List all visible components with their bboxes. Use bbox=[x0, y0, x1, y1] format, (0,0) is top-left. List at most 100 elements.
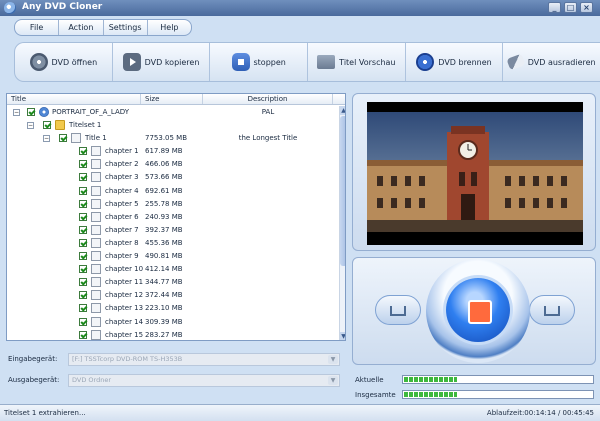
tree-row-chapter[interactable]: chapter 14 309.39 MB bbox=[7, 316, 339, 329]
title-preview-label: Titel Vorschau bbox=[339, 57, 396, 67]
scroll-down-arrow[interactable]: ▼ bbox=[340, 332, 345, 340]
column-title[interactable]: Title bbox=[7, 94, 141, 104]
chapter-file-icon bbox=[91, 277, 101, 288]
copy-play-icon bbox=[122, 53, 141, 71]
menu-action[interactable]: Action bbox=[59, 20, 104, 35]
tree-row-chapter[interactable]: chapter 5 255.78 MB bbox=[7, 198, 339, 211]
tree-scrollbar[interactable]: ▲ ▼ bbox=[339, 106, 345, 340]
window-titlebar: Any DVD Cloner _ □ × bbox=[0, 0, 600, 16]
checkbox[interactable] bbox=[79, 160, 87, 169]
column-description[interactable]: Description bbox=[203, 94, 333, 104]
chapter-size: 255.78 MB bbox=[145, 199, 183, 208]
checkbox[interactable] bbox=[59, 134, 67, 143]
tree-row-chapter[interactable]: chapter 9 490.81 MB bbox=[7, 250, 339, 263]
checkbox[interactable] bbox=[79, 278, 87, 287]
clock-tower-frame bbox=[367, 102, 583, 245]
chapter-file-icon bbox=[91, 303, 101, 314]
chapter-size: 455.36 MB bbox=[145, 238, 183, 247]
chapter-title: chapter 12 bbox=[105, 291, 144, 300]
stop-playback-button[interactable] bbox=[446, 278, 510, 342]
chapter-file-icon bbox=[91, 198, 101, 209]
checkbox[interactable] bbox=[79, 225, 87, 234]
checkbox[interactable] bbox=[79, 317, 87, 326]
checkbox[interactable] bbox=[79, 238, 87, 247]
chapter-size: 692.61 MB bbox=[145, 186, 183, 195]
close-button[interactable]: × bbox=[580, 2, 593, 13]
chapter-file-icon bbox=[91, 185, 101, 196]
checkbox[interactable] bbox=[79, 265, 87, 274]
collapse-toggle[interactable]: − bbox=[43, 135, 50, 143]
chapter-title: chapter 14 bbox=[105, 317, 144, 326]
tree-row-titleset[interactable]: − Titelset 1 bbox=[7, 119, 339, 132]
chapter-file-icon bbox=[91, 329, 101, 340]
tree-row-chapter[interactable]: chapter 11 344.77 MB bbox=[7, 276, 339, 289]
preview-monitor-icon bbox=[317, 55, 336, 69]
tree-row-chapter[interactable]: chapter 3 573.66 MB bbox=[7, 171, 339, 184]
scroll-thumb[interactable] bbox=[340, 116, 345, 266]
chapter-file-icon bbox=[91, 237, 101, 248]
tree-row-chapter[interactable]: chapter 6 240.93 MB bbox=[7, 211, 339, 224]
tree-row-chapter[interactable]: chapter 13 223.10 MB bbox=[7, 302, 339, 315]
chapter-file-icon bbox=[91, 264, 101, 275]
checkbox[interactable] bbox=[79, 291, 87, 300]
status-message: Titelset 1 extrahieren... bbox=[4, 409, 86, 417]
tree-row-chapter[interactable]: chapter 7 392.37 MB bbox=[7, 224, 339, 237]
chapter-file-icon bbox=[91, 316, 101, 327]
video-preview-panel bbox=[352, 93, 596, 251]
copy-dvd-button[interactable]: DVD kopieren bbox=[113, 43, 211, 81]
output-device-select[interactable]: DVD Ordner ▼ bbox=[68, 374, 340, 387]
chevron-down-icon[interactable]: ▼ bbox=[328, 355, 338, 364]
chevron-down-icon[interactable]: ▼ bbox=[328, 376, 338, 385]
checkbox[interactable] bbox=[79, 186, 87, 195]
tree-row-chapter[interactable]: chapter 8 455.36 MB bbox=[7, 237, 339, 250]
checkbox[interactable] bbox=[79, 173, 87, 182]
tree-row-root[interactable]: − PORTRAIT_OF_A_LADY PAL bbox=[7, 106, 339, 119]
stop-button[interactable]: stoppen bbox=[210, 43, 309, 81]
checkbox[interactable] bbox=[79, 304, 87, 313]
tree-row-chapter[interactable]: chapter 15 283.27 MB bbox=[7, 329, 339, 340]
chapter-title: chapter 7 bbox=[105, 225, 139, 234]
checkbox[interactable] bbox=[79, 252, 87, 261]
current-progress-fill bbox=[404, 377, 458, 382]
tree-row-title[interactable]: − Title 1 7753.05 MB the Longest Title bbox=[7, 132, 339, 145]
tree-header: Title Size Description bbox=[7, 94, 345, 105]
previous-chapter-button[interactable] bbox=[375, 295, 421, 325]
maximize-button[interactable]: □ bbox=[564, 2, 577, 13]
checkbox[interactable] bbox=[27, 108, 35, 116]
collapse-toggle[interactable]: − bbox=[13, 109, 20, 116]
menu-settings[interactable]: Settings bbox=[104, 20, 148, 35]
chapter-title: chapter 2 bbox=[105, 160, 139, 169]
title-title: Title 1 bbox=[85, 134, 107, 143]
input-device-select[interactable]: [F:] TSSTcorp DVD-ROM TS-H353B ▼ bbox=[68, 353, 340, 366]
column-size[interactable]: Size bbox=[141, 94, 203, 104]
erase-dvd-label: DVD ausradieren bbox=[527, 57, 596, 67]
tree-row-chapter[interactable]: chapter 4 692.61 MB bbox=[7, 185, 339, 198]
open-dvd-button[interactable]: DVD öffnen bbox=[15, 43, 113, 81]
copy-dvd-label: DVD kopieren bbox=[144, 57, 200, 67]
menu-help[interactable]: Help bbox=[148, 20, 191, 35]
chapter-size: 240.93 MB bbox=[145, 212, 183, 221]
chapter-size: 372.44 MB bbox=[145, 291, 183, 300]
checkbox[interactable] bbox=[79, 330, 87, 339]
output-device-label: Ausgabegerät: bbox=[8, 376, 60, 384]
checkbox[interactable] bbox=[43, 121, 51, 130]
tree-row-chapter[interactable]: chapter 10 412.14 MB bbox=[7, 263, 339, 276]
erase-dvd-button[interactable]: DVD ausradieren bbox=[503, 43, 600, 81]
burn-dvd-button[interactable]: DVD brennen bbox=[406, 43, 504, 81]
scroll-up-arrow[interactable]: ▲ bbox=[340, 106, 345, 115]
chapter-size: 223.10 MB bbox=[145, 304, 183, 313]
title-preview-button[interactable]: Titel Vorschau bbox=[308, 43, 406, 81]
menu-file[interactable]: File bbox=[15, 20, 60, 35]
checkbox[interactable] bbox=[79, 212, 87, 221]
burn-disc-icon bbox=[416, 53, 435, 71]
tree-row-chapter[interactable]: chapter 2 466.06 MB bbox=[7, 158, 339, 171]
next-chapter-button[interactable] bbox=[529, 295, 575, 325]
checkbox[interactable] bbox=[79, 147, 87, 156]
tree-row-chapter[interactable]: chapter 12 372.44 MB bbox=[7, 289, 339, 302]
minimize-button[interactable]: _ bbox=[548, 2, 561, 13]
tree-row-chapter[interactable]: chapter 1 617.89 MB bbox=[7, 145, 339, 158]
stop-icon bbox=[231, 53, 250, 71]
checkbox[interactable] bbox=[79, 199, 87, 208]
player-control-panel bbox=[352, 257, 596, 365]
collapse-toggle[interactable]: − bbox=[27, 122, 34, 130]
